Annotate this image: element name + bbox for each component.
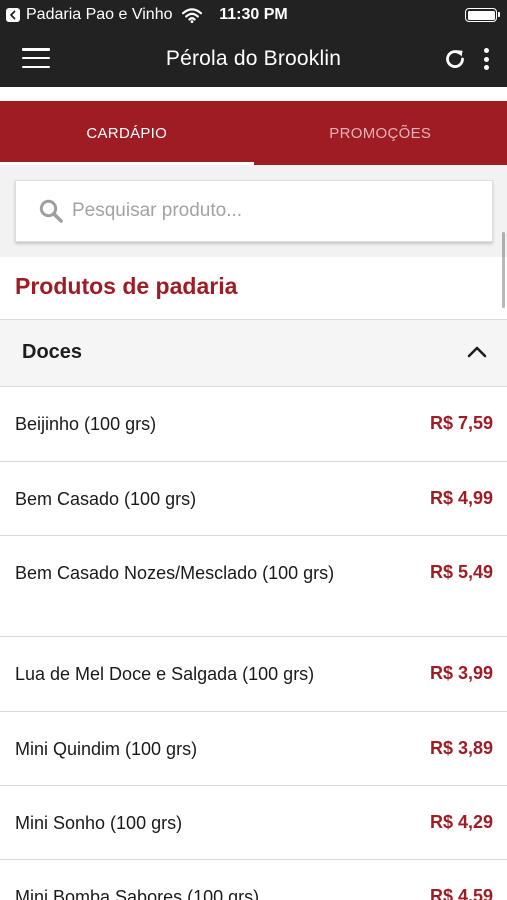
product-row[interactable]: Bem Casado (100 grs) R$ 4,99 (0, 462, 507, 536)
back-to-app-icon[interactable] (6, 8, 20, 22)
product-name: Mini Bomba Sabores (100 grs) (15, 887, 260, 900)
product-row[interactable]: Mini Sonho (100 grs) R$ 4,29 (0, 786, 507, 860)
product-name: Mini Sonho (100 grs) (15, 813, 183, 833)
product-row[interactable]: Mini Bomba Sabores (100 grs) R$ 4,59 (0, 860, 507, 900)
product-price: R$ 5,49 (429, 562, 493, 582)
section-title: Produtos de padaria (15, 273, 238, 299)
product-list: Beijinho (100 grs) R$ 7,59 Bem Casado (1… (0, 387, 507, 900)
back-to-app[interactable]: Padaria Pao e Vinho (0, 6, 203, 24)
product-row[interactable]: Mini Quindim (100 grs) R$ 3,89 (0, 712, 507, 786)
app-bar: Pérola do Brooklin (0, 30, 507, 87)
product-row[interactable]: Lua de Mel Doce e Salgada (100 grs) R$ 3… (0, 637, 507, 712)
product-row[interactable]: Bem Casado Nozes/Mesclado (100 grs) R$ 5… (0, 536, 507, 637)
product-price: R$ 4,59 (429, 886, 493, 900)
product-name: Bem Casado Nozes/Mesclado (100 grs) (15, 563, 335, 583)
tab-cardapio[interactable]: CARDÁPIO (0, 101, 254, 165)
status-bar: Padaria Pao e Vinho 11:30 PM (0, 0, 507, 30)
chevron-up-icon[interactable] (467, 345, 487, 364)
refresh-icon[interactable] (443, 47, 467, 71)
wifi-icon (182, 7, 203, 23)
search-input[interactable] (72, 200, 452, 222)
back-to-app-label[interactable]: Padaria Pao e Vinho (26, 6, 172, 24)
product-price: R$ 7,59 (429, 413, 493, 433)
product-row[interactable]: Beijinho (100 grs) R$ 7,59 (0, 387, 507, 462)
category-header-doces[interactable]: Doces (0, 319, 507, 387)
product-price: R$ 4,99 (429, 488, 493, 508)
product-name: Mini Quindim (100 grs) (15, 739, 198, 759)
category-title: Doces (22, 341, 83, 363)
search-area (0, 165, 507, 257)
app-title: Pérola do Brooklin (165, 47, 342, 70)
search-box[interactable] (15, 180, 493, 242)
tab-bar: CARDÁPIO PROMOÇÕES (0, 101, 507, 165)
product-name: Bem Casado (100 grs) (15, 489, 197, 509)
tab-promocoes[interactable]: PROMOÇÕES (254, 101, 507, 165)
product-price: R$ 3,89 (429, 738, 493, 758)
search-icon (38, 198, 64, 224)
product-name: Lua de Mel Doce e Salgada (100 grs) (15, 664, 315, 684)
product-price: R$ 4,29 (429, 812, 493, 832)
battery-icon (465, 8, 500, 22)
product-price: R$ 3,99 (429, 663, 493, 683)
scroll-indicator[interactable] (502, 232, 505, 308)
product-name: Beijinho (100 grs) (15, 414, 157, 434)
more-vertical-icon[interactable] (481, 47, 491, 71)
app-bar-spacer (0, 87, 507, 101)
section-header: Produtos de padaria (0, 257, 507, 319)
